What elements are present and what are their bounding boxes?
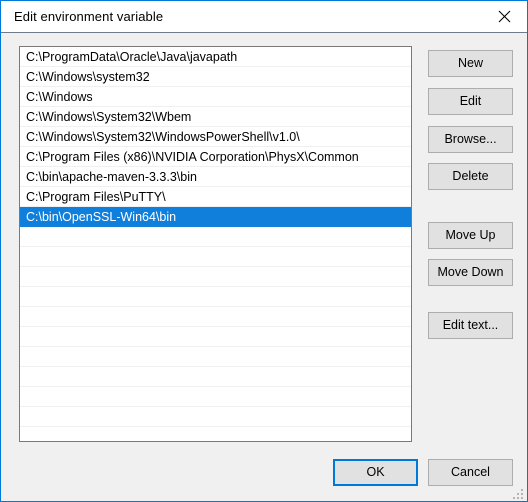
list-item-empty[interactable] xyxy=(20,247,411,267)
list-item[interactable]: C:\Program Files\PuTTY\ xyxy=(20,187,411,207)
list-item-empty[interactable] xyxy=(20,287,411,307)
list-item-empty[interactable] xyxy=(20,347,411,367)
title-bar: Edit environment variable xyxy=(1,1,527,33)
list-item-selected[interactable]: C:\bin\OpenSSL-Win64\bin xyxy=(20,207,411,227)
path-listbox[interactable]: C:\ProgramData\Oracle\Java\javapath C:\W… xyxy=(19,46,412,442)
list-item-empty[interactable] xyxy=(20,407,411,427)
list-item-empty[interactable] xyxy=(20,367,411,387)
edit-text-button[interactable]: Edit text... xyxy=(428,312,513,339)
list-item[interactable]: C:\Windows\System32\WindowsPowerShell\v1… xyxy=(20,127,411,147)
list-item-empty[interactable] xyxy=(20,387,411,407)
list-item-empty[interactable] xyxy=(20,307,411,327)
cancel-button[interactable]: Cancel xyxy=(428,459,513,486)
move-up-button[interactable]: Move Up xyxy=(428,222,513,249)
list-item-empty[interactable] xyxy=(20,227,411,247)
move-down-button[interactable]: Move Down xyxy=(428,259,513,286)
list-item-empty[interactable] xyxy=(20,327,411,347)
resize-grip-icon[interactable] xyxy=(512,486,524,499)
new-button[interactable]: New xyxy=(428,50,513,77)
list-item[interactable]: C:\Program Files (x86)\NVIDIA Corporatio… xyxy=(20,147,411,167)
list-item[interactable]: C:\ProgramData\Oracle\Java\javapath xyxy=(20,47,411,67)
list-item-empty[interactable] xyxy=(20,267,411,287)
delete-button[interactable]: Delete xyxy=(428,163,513,190)
ok-button[interactable]: OK xyxy=(333,459,418,486)
list-item[interactable]: C:\Windows\system32 xyxy=(20,67,411,87)
window-title: Edit environment variable xyxy=(14,9,164,24)
list-item-empty[interactable] xyxy=(20,427,411,441)
list-item[interactable]: C:\Windows\System32\Wbem xyxy=(20,107,411,127)
browse-button[interactable]: Browse... xyxy=(428,126,513,153)
list-item[interactable]: C:\Windows xyxy=(20,87,411,107)
list-item[interactable]: C:\bin\apache-maven-3.3.3\bin xyxy=(20,167,411,187)
close-icon[interactable] xyxy=(481,1,527,32)
edit-button[interactable]: Edit xyxy=(428,88,513,115)
edit-environment-variable-dialog: Edit environment variable C:\ProgramData… xyxy=(0,0,528,502)
